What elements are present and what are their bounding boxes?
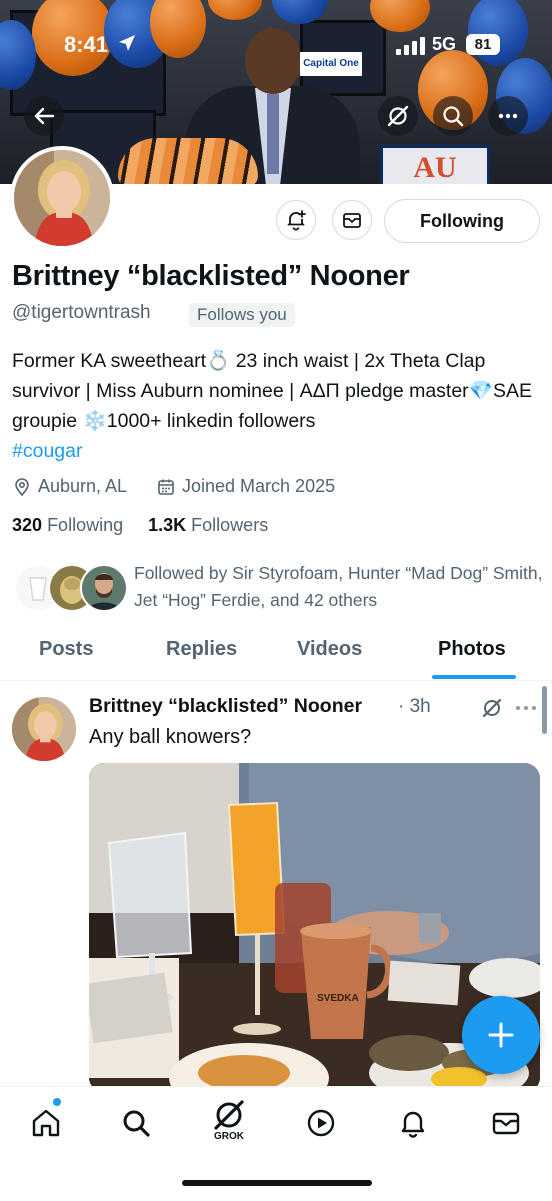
home-icon [32, 1109, 60, 1137]
play-icon [307, 1109, 335, 1137]
followers-count-link[interactable]: 1.3K Followers [148, 515, 268, 535]
joined-date: Joined March 2025 [156, 476, 335, 497]
location-arrow-icon [119, 35, 135, 51]
profile-tabs: Posts Replies Videos Photos [0, 630, 552, 681]
location: Auburn, AL [12, 476, 127, 497]
status-time: 8:41 [64, 32, 109, 57]
profile-avatar[interactable] [10, 146, 114, 250]
followers-count: 1.3K [148, 515, 187, 535]
nav-home[interactable] [24, 1101, 68, 1145]
grok-icon[interactable] [480, 696, 504, 720]
post-author-avatar[interactable] [12, 697, 76, 761]
network-type: 5G [432, 34, 457, 54]
more-button[interactable] [488, 96, 528, 136]
plus-icon [488, 1022, 514, 1048]
user-handle: @tigertowntrash [12, 302, 151, 323]
mail-icon [343, 213, 361, 228]
avatar-photo [12, 697, 76, 761]
back-button[interactable] [24, 96, 64, 136]
followers-label: Followers [191, 515, 269, 535]
nav-search[interactable] [114, 1101, 158, 1145]
tiger-plush [118, 138, 258, 184]
man-image [82, 566, 126, 610]
joined-text: Joined March 2025 [182, 476, 336, 496]
bell-icon [401, 1111, 425, 1138]
mail-icon [492, 1112, 520, 1135]
bio-text: Former KA sweetheart💍 23 inch waist | 2x… [12, 350, 532, 432]
bio-hashtag-link[interactable]: #cougar [12, 440, 82, 462]
battery-indicator: 81 [466, 34, 500, 55]
grok-label: GROK [214, 1131, 244, 1142]
following-label: Following [47, 515, 124, 535]
arrow-left-icon [34, 107, 55, 125]
mug-label: SVEDKA [317, 993, 359, 1004]
home-notification-dot [53, 1098, 61, 1106]
status-bar: 8:41 5G 81 [0, 0, 552, 90]
post-text: Any ball knowers? [89, 726, 252, 748]
home-indicator[interactable] [182, 1180, 372, 1186]
search-button[interactable] [433, 96, 473, 136]
nav-notifications[interactable] [391, 1101, 435, 1145]
followed-by-text[interactable]: Followed by Sir Styrofoam, Hunter “Mad D… [134, 560, 544, 614]
bell-plus-icon [287, 210, 306, 231]
compose-post-button[interactable] [462, 996, 540, 1074]
following-count-link[interactable]: 320 Following [12, 515, 123, 535]
message-button[interactable] [332, 200, 372, 240]
notifications-subscribe-button[interactable] [276, 200, 316, 240]
more-horizontal-icon[interactable] [515, 703, 537, 713]
grok-button[interactable] [378, 96, 418, 136]
following-count: 320 [12, 515, 43, 535]
signal-icon [396, 37, 425, 55]
grok-icon [214, 1100, 244, 1130]
location-pin-icon [15, 477, 29, 496]
display-name: Brittney “blacklisted” Nooner [12, 260, 410, 292]
calendar-icon [158, 479, 174, 495]
tab-replies[interactable]: Replies [166, 638, 237, 661]
search-icon [443, 106, 464, 127]
location-text: Auburn, AL [38, 476, 128, 496]
avatar-photo [14, 150, 110, 246]
search-icon [123, 1110, 150, 1137]
following-button[interactable]: Following [384, 199, 540, 243]
post-timestamp: · 3h [398, 696, 431, 717]
scrollbar[interactable] [542, 686, 547, 734]
follows-you-badge: Follows you [189, 303, 295, 327]
tab-posts[interactable]: Posts [39, 638, 93, 661]
follow-counts: 320 Following 1.3K Followers [12, 515, 268, 536]
profile-bio: Former KA sweetheart💍 23 inch waist | 2x… [12, 346, 542, 466]
nav-messages[interactable] [484, 1101, 528, 1145]
grok-icon [387, 105, 409, 127]
au-sign: AU [380, 145, 490, 184]
tab-photos[interactable]: Photos [438, 638, 506, 661]
tab-videos[interactable]: Videos [297, 638, 362, 661]
post-author-name[interactable]: Brittney “blacklisted” Nooner [89, 695, 362, 718]
nav-video[interactable] [299, 1101, 343, 1145]
mutual-avatar[interactable] [80, 564, 128, 612]
more-horizontal-icon [498, 113, 518, 119]
active-tab-indicator [432, 675, 516, 679]
